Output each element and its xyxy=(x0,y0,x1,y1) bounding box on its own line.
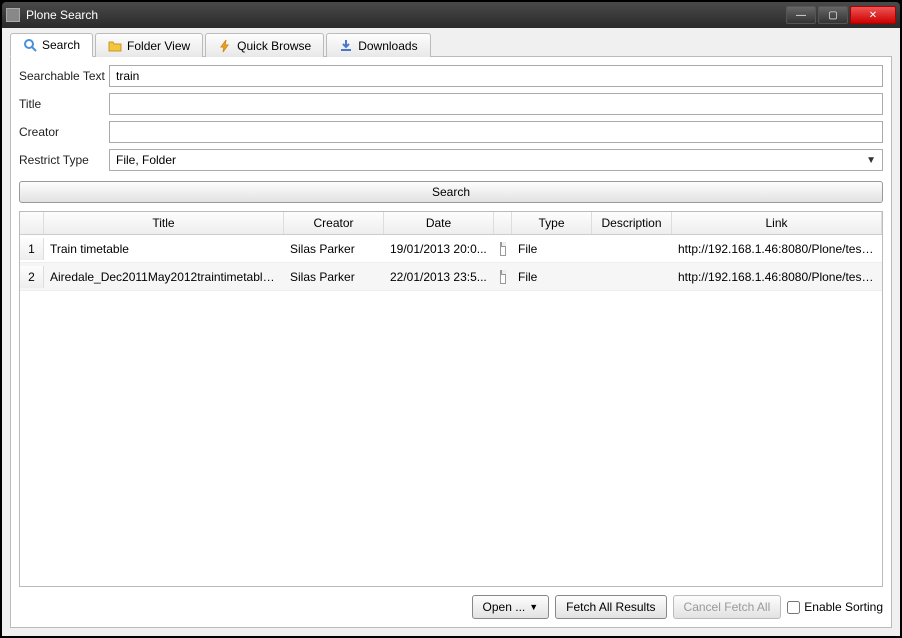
enable-sorting-label: Enable Sorting xyxy=(804,600,883,614)
table-row[interactable]: 2 Airedale_Dec2011May2012traintimetable.… xyxy=(20,263,882,291)
client-area: Search Folder View Quick Browse Download… xyxy=(2,28,900,636)
app-icon xyxy=(6,8,20,22)
table-header: Title Creator Date Type Description Link xyxy=(20,212,882,235)
cell-date: 22/01/2013 23:5... xyxy=(384,266,494,288)
restrict-type-label: Restrict Type xyxy=(19,153,109,167)
col-title[interactable]: Title xyxy=(44,212,284,234)
cell-type: File xyxy=(512,238,592,260)
close-button[interactable]: ✕ xyxy=(850,6,896,24)
creator-input[interactable] xyxy=(109,121,883,143)
cell-description xyxy=(592,273,672,281)
cell-type-icon xyxy=(494,266,512,288)
cell-rownum: 1 xyxy=(20,238,44,260)
row-title: Title xyxy=(19,93,883,115)
open-label: Open ... xyxy=(483,600,526,614)
searchable-text-label: Searchable Text xyxy=(19,69,109,83)
cell-type: File xyxy=(512,266,592,288)
col-creator[interactable]: Creator xyxy=(284,212,384,234)
enable-sorting-input[interactable] xyxy=(787,601,800,614)
window-title: Plone Search xyxy=(26,8,786,22)
cell-type-icon xyxy=(494,238,512,260)
enable-sorting-checkbox[interactable]: Enable Sorting xyxy=(787,600,883,614)
fetch-all-button[interactable]: Fetch All Results xyxy=(555,595,666,619)
download-icon xyxy=(339,39,353,53)
footer-bar: Open ... ▼ Fetch All Results Cancel Fetc… xyxy=(19,587,883,619)
col-rownum[interactable] xyxy=(20,212,44,234)
open-button[interactable]: Open ... ▼ xyxy=(472,595,550,619)
file-icon xyxy=(500,270,506,284)
maximize-button[interactable]: ▢ xyxy=(818,6,848,24)
tab-label: Search xyxy=(42,38,80,52)
cell-title: Airedale_Dec2011May2012traintimetable.pd… xyxy=(44,266,284,288)
row-searchable-text: Searchable Text xyxy=(19,65,883,87)
search-icon xyxy=(23,38,37,52)
tab-panel-search: Searchable Text Title Creator Restrict T… xyxy=(10,57,892,628)
row-creator: Creator xyxy=(19,121,883,143)
results-table: Title Creator Date Type Description Link… xyxy=(19,211,883,587)
title-label: Title xyxy=(19,97,109,111)
cell-link: http://192.168.1.46:8080/Plone/test/tr..… xyxy=(672,238,882,260)
bolt-icon xyxy=(218,39,232,53)
search-button[interactable]: Search xyxy=(19,181,883,203)
table-row[interactable]: 1 Train timetable Silas Parker 19/01/201… xyxy=(20,235,882,263)
cancel-fetch-button: Cancel Fetch All xyxy=(673,595,782,619)
restrict-type-select[interactable]: File, Folder ▼ xyxy=(109,149,883,171)
cell-link: http://192.168.1.46:8080/Plone/test/aa..… xyxy=(672,266,882,288)
title-input[interactable] xyxy=(109,93,883,115)
row-restrict-type: Restrict Type File, Folder ▼ xyxy=(19,149,883,171)
table-body: 1 Train timetable Silas Parker 19/01/201… xyxy=(20,235,882,586)
cell-creator: Silas Parker xyxy=(284,266,384,288)
cell-title: Train timetable xyxy=(44,238,284,260)
tab-folder-view[interactable]: Folder View xyxy=(95,33,203,57)
titlebar[interactable]: Plone Search — ▢ ✕ xyxy=(2,2,900,28)
file-icon xyxy=(500,242,506,256)
app-window: Plone Search — ▢ ✕ Search Folder View Qu… xyxy=(0,0,902,638)
folder-icon xyxy=(108,39,122,53)
col-date[interactable]: Date xyxy=(384,212,494,234)
col-type[interactable]: Type xyxy=(512,212,592,234)
tab-label: Folder View xyxy=(127,39,190,53)
cell-rownum: 2 xyxy=(20,266,44,288)
cell-creator: Silas Parker xyxy=(284,238,384,260)
chevron-down-icon: ▼ xyxy=(529,602,538,612)
cell-date: 19/01/2013 20:0... xyxy=(384,238,494,260)
tab-bar: Search Folder View Quick Browse Download… xyxy=(10,32,892,57)
chevron-down-icon: ▼ xyxy=(866,155,876,166)
minimize-button[interactable]: — xyxy=(786,6,816,24)
searchable-text-input[interactable] xyxy=(109,65,883,87)
tab-label: Downloads xyxy=(358,39,417,53)
restrict-type-value: File, Folder xyxy=(116,153,176,167)
tab-search[interactable]: Search xyxy=(10,33,93,57)
col-icon[interactable] xyxy=(494,212,512,234)
tab-label: Quick Browse xyxy=(237,39,311,53)
creator-label: Creator xyxy=(19,125,109,139)
tab-quick-browse[interactable]: Quick Browse xyxy=(205,33,324,57)
col-link[interactable]: Link xyxy=(672,212,882,234)
window-controls: — ▢ ✕ xyxy=(786,6,896,24)
tab-downloads[interactable]: Downloads xyxy=(326,33,430,57)
col-description[interactable]: Description xyxy=(592,212,672,234)
cell-description xyxy=(592,245,672,253)
